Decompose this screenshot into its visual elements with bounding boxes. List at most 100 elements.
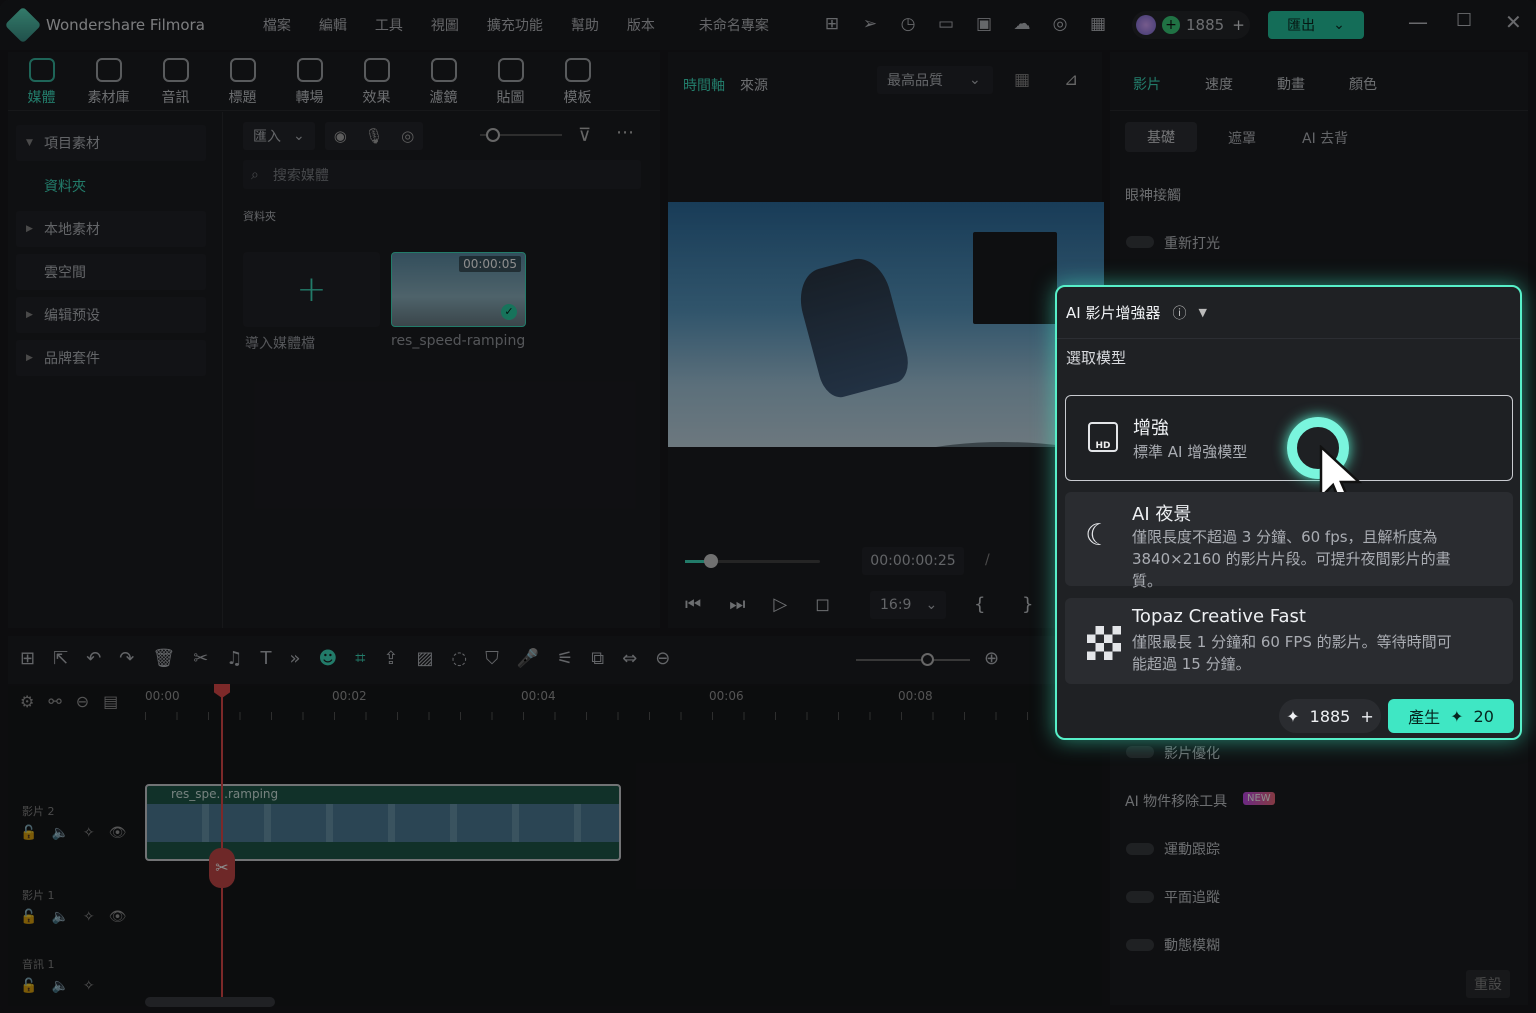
zoom-out-icon[interactable]: ⊖	[655, 648, 670, 669]
tab-animation[interactable]: 動畫	[1277, 74, 1305, 94]
tab-video[interactable]: 影片	[1133, 74, 1161, 94]
tab-timeline[interactable]: 時間軸	[683, 75, 725, 95]
tool-transition[interactable]: 轉場	[276, 52, 343, 108]
sidebar-local-media[interactable]: ▶ 本地素材	[16, 211, 206, 247]
layout-icon[interactable]: ▭	[934, 12, 958, 36]
split-scissors-icon[interactable]: ✂	[209, 848, 235, 888]
select-icon[interactable]: ⇱	[53, 648, 68, 669]
sidebar-brand-kit[interactable]: ▶ 品牌套件	[16, 340, 206, 376]
lock-icon[interactable]: 🔓	[20, 825, 37, 841]
grid-view-icon[interactable]: ▦	[1014, 70, 1030, 90]
credits-widget[interactable]: + 1885 +	[1132, 11, 1250, 39]
import-dropdown[interactable]: 匯入 ⌄	[243, 122, 315, 150]
prev-frame-icon[interactable]: ⏮	[685, 594, 701, 615]
eye-icon[interactable]: 👁	[109, 825, 127, 841]
zoom-in-icon[interactable]: ⊕	[984, 648, 999, 669]
search-input[interactable]: ⌕ 搜索媒體	[243, 160, 641, 189]
reset-button[interactable]: 重設	[1466, 970, 1510, 998]
popup-credits[interactable]: ✦ 1885 +	[1279, 699, 1381, 733]
undo-icon[interactable]: ↶	[86, 648, 101, 669]
enhance-toggle[interactable]	[1126, 746, 1154, 758]
image-icon[interactable]: ▨	[416, 648, 433, 669]
media-clip-thumbnail[interactable]: 00:00:05 ✓	[391, 252, 526, 327]
import-media-tile[interactable]: +	[243, 252, 380, 327]
avatar[interactable]	[1136, 15, 1156, 35]
layout-grid-icon[interactable]: ⊞	[20, 648, 35, 669]
send-icon[interactable]: ➢	[858, 12, 882, 36]
menu-version[interactable]: 版本	[613, 15, 669, 35]
speaker-icon[interactable]: 🔈	[51, 825, 68, 841]
video-preview[interactable]	[668, 202, 1104, 447]
lock-icon[interactable]: 🔓	[20, 909, 37, 925]
redo-icon[interactable]: ↷	[119, 648, 134, 669]
audio-icon[interactable]: ♫	[226, 648, 242, 669]
unlink-icon[interactable]: ⚯	[48, 692, 61, 711]
subtab-mask[interactable]: 遮罩	[1228, 128, 1256, 148]
menu-help[interactable]: 幫助	[557, 15, 613, 35]
stop-icon[interactable]: ◻	[815, 594, 830, 615]
microphone-icon[interactable]: 🎙	[364, 127, 383, 145]
timeline-scrollbar[interactable]	[145, 997, 275, 1007]
model-option-topaz[interactable]: Topaz Creative Fast 僅限最長 1 分鐘和 60 FPS 的影…	[1065, 598, 1513, 684]
mic-icon[interactable]: 🎤	[517, 648, 539, 669]
zoom-slider[interactable]	[856, 659, 970, 661]
settings-icon[interactable]: ⚙	[20, 692, 34, 711]
tool-store[interactable]: 素材庫	[75, 52, 142, 108]
more-tools-icon[interactable]: »	[289, 648, 300, 669]
apps-icon[interactable]: ▦	[1086, 12, 1110, 36]
sidebar-project-media[interactable]: ▼ 項目素材	[16, 125, 206, 161]
planar-track-toggle[interactable]	[1126, 891, 1154, 903]
pip-icon[interactable]: ⧉	[591, 648, 604, 669]
ai-tools-icon[interactable]: ⌗	[355, 648, 365, 669]
next-frame-icon[interactable]: ⏭	[729, 594, 745, 615]
filter-icon[interactable]: ⊽	[578, 125, 591, 146]
chevron-down-icon[interactable]: ⌄	[1333, 17, 1345, 33]
menu-view[interactable]: 視圖	[417, 15, 473, 35]
tool-sticker[interactable]: 貼圖	[477, 52, 544, 108]
add-credits-icon[interactable]: +	[1232, 16, 1245, 34]
export-clip-icon[interactable]: ⇪	[383, 648, 398, 669]
tool-media[interactable]: 媒體	[8, 52, 75, 108]
motion-blur-toggle[interactable]	[1126, 939, 1154, 951]
playhead[interactable]	[221, 688, 223, 998]
more-icon[interactable]: ⋯	[616, 122, 634, 143]
help-icon[interactable]: ⓘ	[1172, 303, 1186, 323]
chart-icon[interactable]: ⊿	[1064, 70, 1078, 90]
aspect-ratio-dropdown[interactable]: 16:9 ⌄	[870, 591, 946, 619]
zoom-handle[interactable]	[921, 653, 934, 666]
tab-color[interactable]: 顏色	[1349, 74, 1377, 94]
subtab-ai-portrait[interactable]: AI 去背	[1302, 128, 1348, 148]
timeline-ruler[interactable]	[145, 712, 1035, 720]
webcam-icon[interactable]: ◎	[401, 127, 414, 145]
sidebar-presets[interactable]: ▶ 编辑预设	[16, 297, 206, 333]
magic-icon[interactable]: ✧	[83, 825, 95, 841]
cloud-icon[interactable]: ☁	[1010, 12, 1034, 36]
eye-icon[interactable]: 👁	[109, 909, 127, 925]
magic-icon[interactable]: ✧	[83, 909, 95, 925]
play-icon[interactable]: ▷	[773, 594, 787, 615]
tool-audio[interactable]: 音訊	[142, 52, 209, 108]
menu-extensions[interactable]: 擴充功能	[473, 15, 557, 35]
shield-icon[interactable]: ⛉	[485, 648, 499, 669]
mark-in-icon[interactable]: {	[974, 594, 985, 615]
sidebar-folder[interactable]: 資料夾	[16, 168, 206, 204]
subtab-basic[interactable]: 基礎	[1125, 122, 1197, 152]
generate-button[interactable]: 產生 ✦ 20	[1388, 699, 1514, 733]
history-icon[interactable]: ◷	[896, 12, 920, 36]
tool-filter[interactable]: 濾鏡	[410, 52, 477, 108]
save-icon[interactable]: ▣	[972, 12, 996, 36]
scrubber-handle[interactable]	[704, 554, 718, 568]
fit-icon[interactable]: ⇔	[622, 648, 637, 669]
maximize-icon[interactable]: ☐	[1456, 10, 1472, 31]
project-name[interactable]: 未命名專案	[699, 15, 769, 35]
mixer-icon[interactable]: ⚟	[557, 648, 573, 669]
tool-effects[interactable]: 效果	[343, 52, 410, 108]
model-option-night[interactable]: ☾ AI 夜景 僅限長度不超過 3 分鐘、60 fps，且解析度為 3840×2…	[1065, 492, 1513, 590]
delete-icon[interactable]: 🗑	[152, 648, 175, 669]
tab-source[interactable]: 來源	[740, 75, 768, 95]
relight-toggle[interactable]	[1126, 236, 1154, 248]
motion-track-toggle[interactable]	[1126, 843, 1154, 855]
tab-speed[interactable]: 速度	[1205, 74, 1233, 94]
caret-down-icon[interactable]: ▼	[1198, 306, 1206, 319]
speaker-icon[interactable]: 🔈	[51, 978, 68, 994]
